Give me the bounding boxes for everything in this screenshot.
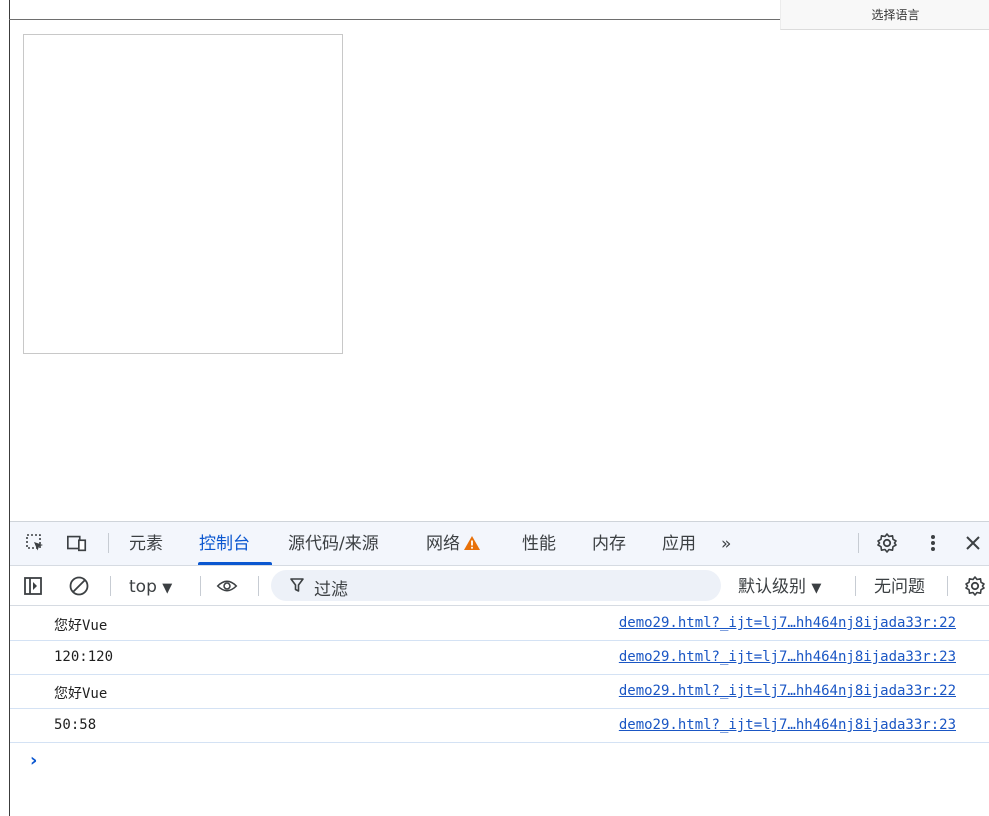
warning-icon xyxy=(463,535,481,557)
console-message-text: 50:58 xyxy=(54,717,97,733)
console-message-source-link[interactable]: demo29.html?_ijt=lj7…hh464nj8ijada33r:22 xyxy=(619,683,956,699)
console-message-source-link[interactable]: demo29.html?_ijt=lj7…hh464nj8ijada33r:22 xyxy=(619,615,956,631)
toolbar-separator xyxy=(200,576,201,596)
tab-network[interactable]: 网络 xyxy=(426,533,481,555)
filter-funnel-icon xyxy=(290,578,304,597)
devtools-tabbar: 元素 控制台 源代码/来源 网络 性能 内存 应用 » xyxy=(10,522,989,566)
tab-application[interactable]: 应用 xyxy=(662,533,696,555)
console-settings-gear-icon[interactable] xyxy=(964,575,986,597)
more-tabs-button[interactable]: » xyxy=(721,533,731,555)
tab-network-label: 网络 xyxy=(426,534,460,554)
demo-box xyxy=(23,34,343,354)
live-expression-eye-icon[interactable] xyxy=(216,575,238,597)
page-top-rule xyxy=(9,19,780,20)
filter-input[interactable]: 过滤 xyxy=(271,570,721,601)
chevron-down-icon: ▼ xyxy=(162,581,173,596)
toolbar-separator xyxy=(947,576,948,596)
close-icon[interactable] xyxy=(962,532,984,554)
toolbar-separator xyxy=(258,576,259,596)
console-message: 120:120 demo29.html?_ijt=lj7…hh464nj8ija… xyxy=(10,641,989,675)
context-select[interactable]: top ▼ xyxy=(129,576,172,598)
inspect-element-icon[interactable] xyxy=(24,532,46,554)
context-select-value: top xyxy=(129,577,157,597)
device-toolbar-icon[interactable] xyxy=(66,532,88,554)
tabbar-separator xyxy=(858,533,859,553)
filter-placeholder: 过滤 xyxy=(314,580,348,600)
more-options-icon[interactable] xyxy=(922,532,944,554)
tab-memory[interactable]: 内存 xyxy=(592,533,626,555)
console-messages: 您好Vue demo29.html?_ijt=lj7…hh464nj8ijada… xyxy=(10,607,989,771)
console-message-text: 您好Vue xyxy=(54,686,108,702)
toolbar-separator xyxy=(855,576,856,596)
log-level-select[interactable]: 默认级别 ▼ xyxy=(738,576,821,598)
language-select-label: 选择语言 xyxy=(871,8,920,22)
sidebar-toggle-icon[interactable] xyxy=(22,575,44,597)
console-toolbar: top ▼ 过滤 默认级别 ▼ 无问题 xyxy=(10,566,989,606)
tabbar-separator xyxy=(108,533,109,553)
console-message-source-link[interactable]: demo29.html?_ijt=lj7…hh464nj8ijada33r:23 xyxy=(619,649,956,665)
console-message-text: 120:120 xyxy=(54,649,114,665)
console-message-source-link[interactable]: demo29.html?_ijt=lj7…hh464nj8ijada33r:23 xyxy=(619,717,956,733)
settings-gear-icon[interactable] xyxy=(876,532,898,554)
console-prompt-input[interactable]: › xyxy=(30,750,37,771)
clear-console-icon[interactable] xyxy=(68,575,90,597)
tab-performance[interactable]: 性能 xyxy=(522,533,556,555)
chevron-down-icon: ▼ xyxy=(811,581,822,596)
tab-elements[interactable]: 元素 xyxy=(129,533,163,555)
active-tab-indicator xyxy=(198,562,272,565)
log-level-value: 默认级别 xyxy=(738,577,806,597)
tab-sources[interactable]: 源代码/来源 xyxy=(288,533,379,555)
console-message: 您好Vue demo29.html?_ijt=lj7…hh464nj8ijada… xyxy=(10,675,989,709)
devtools-panel: 元素 控制台 源代码/来源 网络 性能 内存 应用 » top ▼ 过滤 默认级… xyxy=(10,521,989,816)
tab-console[interactable]: 控制台 xyxy=(199,533,250,555)
toolbar-separator xyxy=(110,576,111,596)
console-message: 50:58 demo29.html?_ijt=lj7…hh464nj8ijada… xyxy=(10,709,989,743)
console-message: 您好Vue demo29.html?_ijt=lj7…hh464nj8ijada… xyxy=(10,607,989,641)
language-select-button[interactable]: 选择语言 xyxy=(780,0,989,30)
issues-button[interactable]: 无问题 xyxy=(874,576,925,598)
console-message-text: 您好Vue xyxy=(54,618,108,634)
